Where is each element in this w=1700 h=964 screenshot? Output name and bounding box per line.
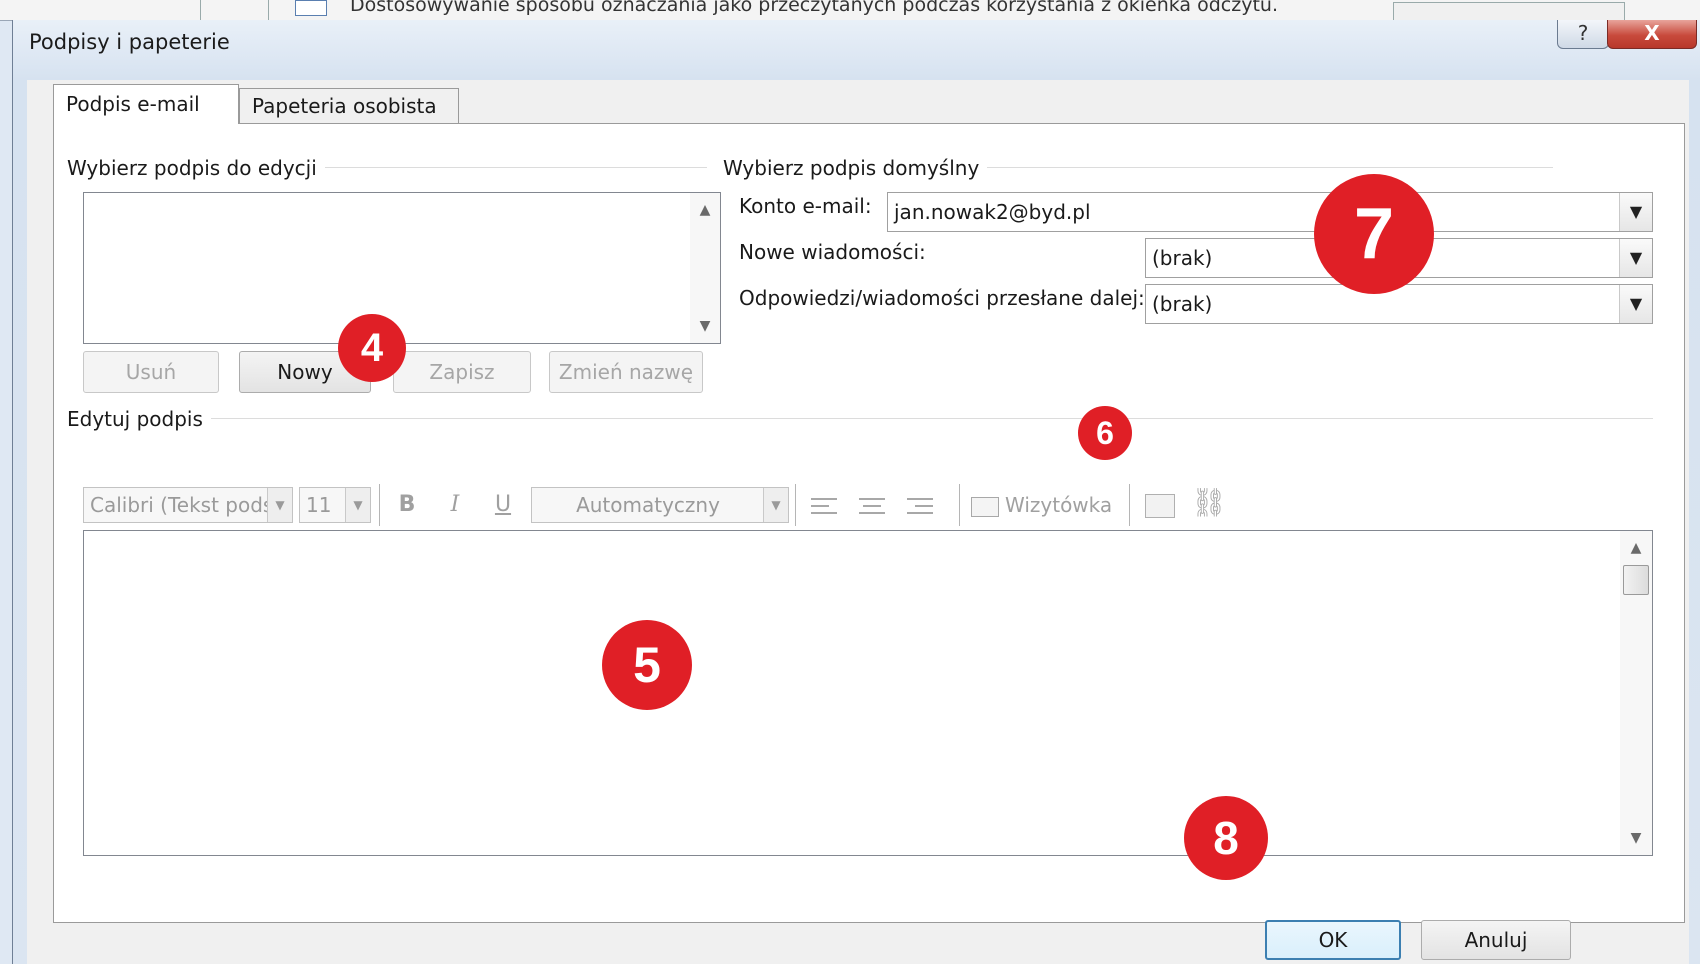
- account-label: Konto e-mail:: [739, 194, 872, 218]
- callout-badge-6: 6: [1078, 406, 1132, 460]
- dialog-title: Podpisy i papeterie: [29, 30, 230, 54]
- toolbar-separator: [959, 484, 960, 526]
- group-divider: [67, 418, 1653, 419]
- toolbar-separator: [1129, 484, 1130, 526]
- replies-select[interactable]: (brak) ▼: [1145, 284, 1653, 324]
- scroll-up-icon[interactable]: ▲: [690, 197, 720, 223]
- callout-badge-5: 5: [602, 620, 692, 710]
- chevron-down-icon[interactable]: ▼: [267, 488, 292, 522]
- close-button[interactable]: X: [1607, 20, 1697, 49]
- tab-email-signature[interactable]: Podpis e-mail: [53, 84, 239, 124]
- callout-badge-4: 4: [338, 314, 406, 382]
- align-left-icon[interactable]: [811, 498, 837, 516]
- tab-label: Podpis e-mail: [66, 92, 200, 116]
- scroll-down-icon[interactable]: ▼: [1620, 825, 1652, 851]
- scroll-thumb[interactable]: [1623, 565, 1649, 595]
- replies-label: Odpowiedzi/wiadomości przesłane dalej:: [739, 286, 1145, 310]
- chevron-down-icon[interactable]: ▼: [1619, 193, 1652, 231]
- signature-list[interactable]: ▲ ▼: [83, 192, 721, 344]
- account-value: jan.nowak2@byd.pl: [894, 200, 1091, 224]
- option-icon: [295, 0, 327, 16]
- new-messages-label: Nowe wiadomości:: [739, 240, 926, 264]
- edit-select-group-label: Wybierz podpis do edycji: [67, 156, 325, 180]
- signature-editor[interactable]: ▲ ▼: [83, 530, 1653, 856]
- business-card-button[interactable]: Wizytówka: [971, 487, 1112, 523]
- replies-value: (brak): [1152, 292, 1213, 316]
- underline-button[interactable]: U: [485, 487, 521, 523]
- business-card-label: Wizytówka: [1005, 493, 1113, 517]
- new-messages-value: (brak): [1152, 246, 1213, 270]
- chevron-down-icon[interactable]: ▼: [763, 488, 788, 522]
- background-button: [1393, 2, 1625, 20]
- divider: [268, 0, 269, 20]
- font-select[interactable]: Calibri (Tekst pods ▼: [83, 487, 293, 523]
- business-card-icon: [971, 496, 999, 517]
- delete-button[interactable]: Usuń: [83, 351, 219, 393]
- default-signature-group-label: Wybierz podpis domyślny: [723, 156, 988, 180]
- tab-label: Papeteria osobista: [252, 94, 437, 118]
- hyperlink-icon[interactable]: ⛓: [1191, 485, 1227, 521]
- scroll-down-icon[interactable]: ▼: [690, 313, 720, 339]
- font-color-value: Automatyczny: [576, 493, 720, 517]
- background-option-text: Dostosowywanie sposobu oznaczania jako p…: [350, 0, 1278, 16]
- chevron-down-icon[interactable]: ▼: [1619, 285, 1652, 323]
- callout-badge-8: 8: [1184, 796, 1268, 880]
- chevron-down-icon[interactable]: ▼: [345, 488, 370, 522]
- title-bar: Podpisy i papeterie ? X: [13, 20, 1700, 80]
- italic-button[interactable]: I: [437, 487, 473, 523]
- picture-icon[interactable]: [1145, 494, 1175, 518]
- scrollbar[interactable]: ▲ ▼: [1620, 531, 1652, 855]
- toolbar-separator: [379, 484, 380, 526]
- background-window: Dostosowywanie sposobu oznaczania jako p…: [0, 0, 1700, 21]
- callout-badge-7: 7: [1314, 174, 1434, 294]
- edit-signature-group-label: Edytuj podpis: [67, 407, 211, 431]
- align-center-icon[interactable]: [859, 498, 885, 516]
- dialog-body: Podpis e-mail Papeteria osobista Wybierz…: [27, 80, 1689, 964]
- tab-personal-stationery[interactable]: Papeteria osobista: [239, 88, 459, 124]
- ok-button[interactable]: OK: [1265, 920, 1401, 960]
- signatures-dialog: Podpisy i papeterie ? X Podpis e-mail Pa…: [12, 20, 1700, 964]
- chevron-down-icon[interactable]: ▼: [1619, 239, 1652, 277]
- rename-button[interactable]: Zmień nazwę: [549, 351, 703, 393]
- cancel-button[interactable]: Anuluj: [1421, 920, 1571, 960]
- save-button[interactable]: Zapisz: [393, 351, 531, 393]
- divider: [200, 0, 201, 20]
- font-color-select[interactable]: Automatyczny ▼: [531, 487, 789, 523]
- font-size-select[interactable]: 11 ▼: [299, 487, 371, 523]
- scroll-up-icon[interactable]: ▲: [1620, 535, 1652, 561]
- scrollbar[interactable]: ▲ ▼: [690, 193, 720, 343]
- account-select[interactable]: jan.nowak2@byd.pl ▼: [887, 192, 1653, 232]
- font-value: Calibri (Tekst pods: [90, 493, 274, 517]
- font-size-value: 11: [306, 493, 332, 517]
- help-button[interactable]: ?: [1557, 20, 1609, 49]
- align-right-icon[interactable]: [907, 498, 933, 516]
- toolbar-separator: [795, 484, 796, 526]
- bold-button[interactable]: B: [389, 487, 425, 523]
